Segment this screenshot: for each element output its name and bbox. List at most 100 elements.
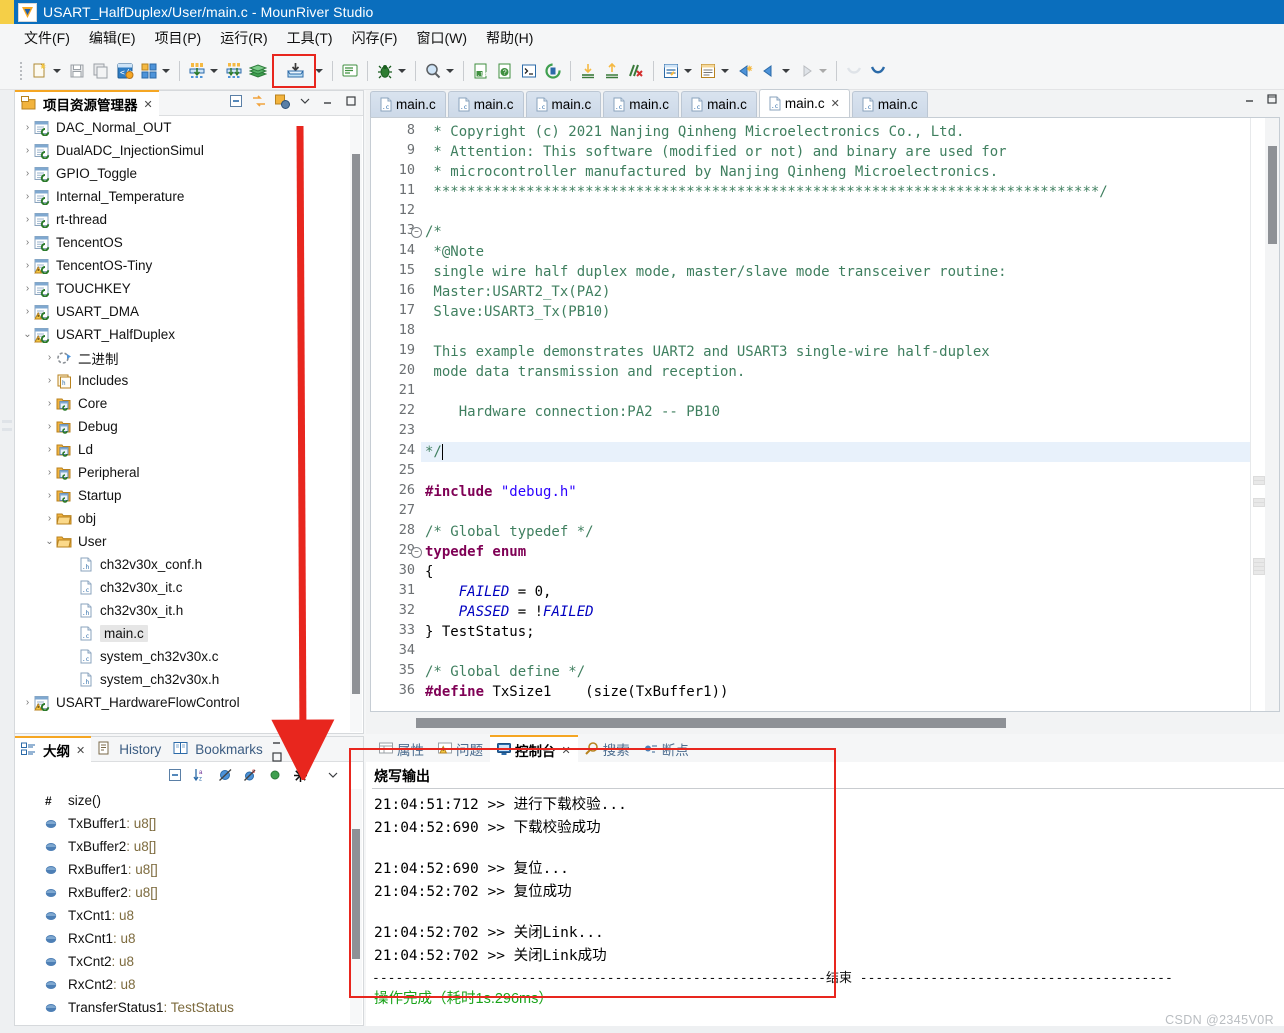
books-stack-icon[interactable] — [247, 60, 269, 82]
tab-history[interactable]: History — [91, 737, 167, 761]
view-menu-caret-icon[interactable] — [297, 93, 313, 109]
new-file-icon[interactable] — [29, 60, 51, 82]
build-configurations-icon[interactable] — [138, 60, 160, 82]
project-explorer-scrollbar[interactable] — [350, 116, 362, 732]
help-doc-icon[interactable]: ? — [494, 60, 516, 82]
tree-item-usart_halfduplex[interactable]: ⌄ USART_HalfDuplex — [15, 323, 349, 346]
tree-item-includes[interactable]: › h Includes — [15, 369, 349, 392]
hide-fields-icon[interactable] — [217, 767, 233, 783]
tree-item-dualadc_injectionsimul[interactable]: › DualADC_InjectionSimul — [15, 139, 349, 162]
next-annotation-icon[interactable] — [867, 60, 889, 82]
editor-tab-main-c-2[interactable]: .c main.c — [447, 91, 524, 117]
outline-item[interactable]: TransferStatus1 : TestStatus — [15, 996, 349, 1019]
tree-item-main.c[interactable]: .c main.c — [15, 622, 349, 645]
toolbar-grip[interactable] — [20, 61, 24, 80]
back-icon[interactable] — [758, 60, 780, 82]
menu-flash[interactable]: 闪存(F) — [352, 28, 398, 48]
search-icon[interactable] — [422, 60, 444, 82]
overview-ruler-mark[interactable] — [1253, 570, 1265, 575]
remove-all-breakpoints-icon[interactable] — [625, 60, 647, 82]
build-project-icon[interactable]: </> — [114, 60, 136, 82]
console-tab-console[interactable]: 控制台 ✕ — [490, 735, 578, 763]
build-dropdown-caret[interactable] — [162, 68, 170, 73]
chevron-right-icon[interactable]: › — [43, 513, 56, 524]
menu-edit[interactable]: 编辑(E) — [89, 28, 136, 48]
chevron-down-icon[interactable]: ⌄ — [21, 329, 34, 340]
maximize-icon[interactable] — [1266, 93, 1278, 108]
chevron-right-icon[interactable]: › — [21, 283, 34, 294]
tree-item-dac_normal_out[interactable]: › DAC_Normal_OUT — [15, 116, 349, 139]
close-icon[interactable]: ✕ — [831, 97, 840, 110]
editor-vertical-scrollbar-thumb[interactable] — [1268, 146, 1277, 244]
tree-item-ch32v30x_it.c[interactable]: .c ch32v30x_it.c — [15, 576, 349, 599]
tree-item-peripheral[interactable]: › Peripheral — [15, 461, 349, 484]
fast-view-bar-2[interactable] — [2, 428, 12, 431]
download-program-dropdown-caret[interactable] — [315, 68, 323, 73]
minimize-icon[interactable] — [1244, 93, 1256, 108]
tab-bookmarks[interactable]: Bookmarks — [167, 737, 269, 761]
close-icon[interactable]: ✕ — [76, 744, 85, 757]
editor-code[interactable]: * Copyright (c) 2021 Nanjing Qinheng Mic… — [421, 118, 1233, 711]
save-all-icon[interactable] — [90, 60, 112, 82]
maximize-icon[interactable] — [343, 93, 359, 109]
chevron-right-icon[interactable]: › — [21, 191, 34, 202]
console-body[interactable]: 烧写输出 21:04:51:712 >> 进行下载校验... 21:04:52:6… — [366, 762, 1284, 1026]
maximize-icon[interactable] — [269, 749, 285, 765]
step-return-icon[interactable] — [601, 60, 623, 82]
chevron-right-icon[interactable]: › — [21, 260, 34, 271]
menu-tools[interactable]: 工具(T) — [287, 28, 333, 48]
chevron-right-icon[interactable]: › — [43, 375, 56, 386]
chevron-right-icon[interactable]: › — [21, 168, 34, 179]
menu-project[interactable]: 项目(P) — [155, 28, 202, 48]
outline-item[interactable]: TxCnt2 : u8 — [15, 950, 349, 973]
chevron-right-icon[interactable]: › — [43, 490, 56, 501]
outline-item[interactable]: RxBuffer2 : u8[] — [15, 881, 349, 904]
tree-item-ld[interactable]: › Ld — [15, 438, 349, 461]
editor-overview-ruler[interactable] — [1250, 118, 1265, 711]
save-icon[interactable] — [66, 60, 88, 82]
new-view-icon[interactable] — [660, 60, 682, 82]
overview-ruler-mark[interactable] — [1253, 480, 1265, 485]
tree-item-usart_hardwareflowcontrol[interactable]: › USART_HardwareFlowControl — [15, 691, 349, 714]
tree-item-internal_temperature[interactable]: › Internal_Temperature — [15, 185, 349, 208]
tree-item-ch32v30x_it.h[interactable]: .h ch32v30x_it.h — [15, 599, 349, 622]
outline-item[interactable]: RxCnt1 : u8 — [15, 927, 349, 950]
forward-dropdown-caret[interactable] — [819, 68, 827, 73]
debug-bug-icon[interactable] — [374, 60, 396, 82]
outline-item[interactable]: TransferStatus2 : TestStatus — [15, 1019, 349, 1025]
tree-item-[interactable]: › 二进制 — [15, 346, 349, 369]
overview-ruler-mark[interactable] — [1253, 502, 1265, 507]
hide-nonpublic-icon[interactable] — [267, 767, 283, 783]
editor-tab-main-c-3[interactable]: .c main.c — [525, 91, 602, 117]
close-icon[interactable]: ✕ — [144, 98, 153, 111]
outline-item[interactable]: RxBuffer1 : u8[] — [15, 858, 349, 881]
editor-body[interactable]: 8 9 10 11 12 13−14 15 16 17 18 19 20 21 22 23 24 25 26 27 2… — [370, 117, 1280, 712]
chevron-right-icon[interactable]: › — [43, 421, 56, 432]
perspective-dropdown-caret[interactable] — [721, 68, 729, 73]
project-explorer-scrollbar-thumb[interactable] — [352, 154, 360, 694]
editor-horizontal-scrollbar[interactable] — [370, 714, 1280, 732]
editor-tab-main-c-7[interactable]: .c main.c — [851, 91, 928, 117]
editor-vertical-scrollbar[interactable] — [1265, 118, 1279, 711]
console-tab-search[interactable]: 搜索 — [578, 736, 637, 762]
minimize-icon[interactable] — [320, 93, 336, 109]
previous-annotation-icon[interactable] — [843, 60, 865, 82]
project-tree[interactable]: › DAC_Normal_OUT › DualADC_InjectionSimul › G… — [15, 116, 349, 733]
tree-item-tencentos[interactable]: › TencentOS — [15, 231, 349, 254]
editor-tab-main-c-5[interactable]: .c main.c — [681, 91, 757, 117]
minimize-icon[interactable] — [269, 733, 285, 749]
tree-item-user[interactable]: ⌄ User — [15, 530, 349, 553]
back-dropdown-caret[interactable] — [782, 68, 790, 73]
chevron-right-icon[interactable]: › — [21, 122, 34, 133]
tab-project-explorer[interactable]: 项目资源管理器 ✕ — [15, 90, 159, 116]
download-dropdown-caret[interactable] — [210, 68, 218, 73]
editor-tab-main-c-4[interactable]: .c main.c — [603, 91, 680, 117]
open-declaration-icon[interactable]: .ld — [470, 60, 492, 82]
tree-item-obj[interactable]: › obj — [15, 507, 349, 530]
filter-icon[interactable] — [292, 767, 308, 783]
new-file-dropdown-caret[interactable] — [53, 68, 61, 73]
editor-tab-main-c-1[interactable]: .c main.c — [370, 91, 446, 117]
tree-item-debug[interactable]: › Debug — [15, 415, 349, 438]
tree-item-system_ch32v30x.c[interactable]: .c system_ch32v30x.c — [15, 645, 349, 668]
console-tab-breakpoints[interactable]: 断点 — [637, 736, 696, 762]
